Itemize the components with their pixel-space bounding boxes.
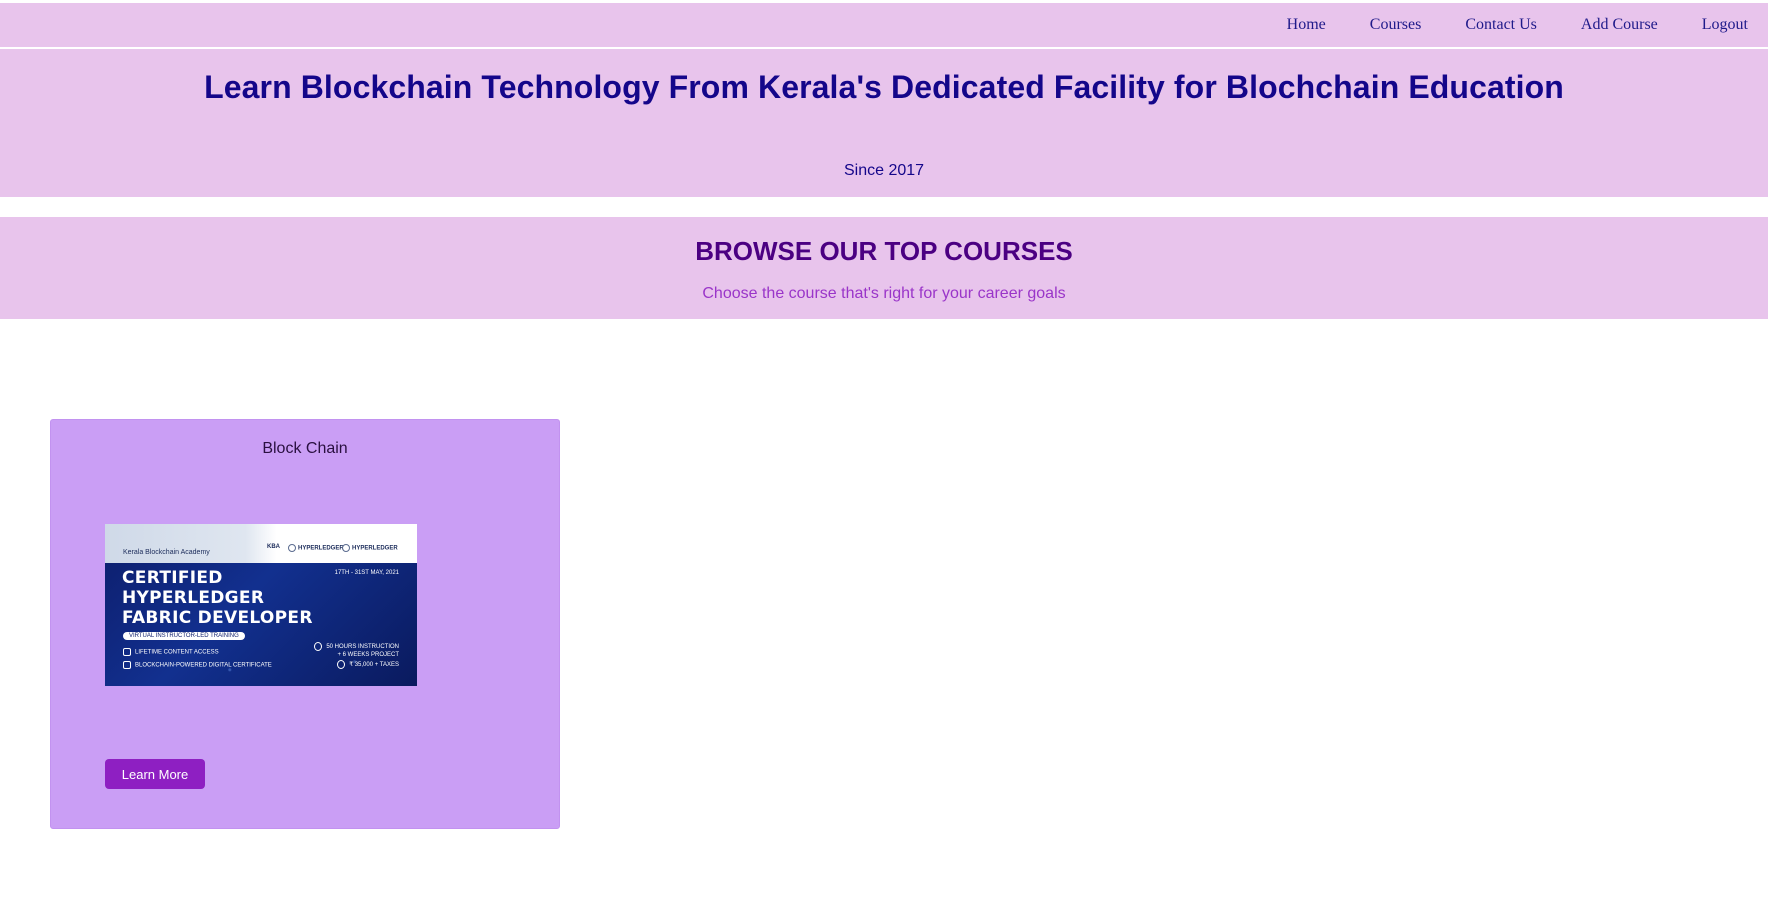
image-hyperledger-text: HYPERLEDGER [298,545,344,552]
image-feature-1-text: LIFETIME CONTENT ACCESS [135,649,219,656]
nav-home-link[interactable]: Home [1287,16,1326,34]
certificate-icon [123,661,131,669]
hero-title: Learn Blockchain Technology From Kerala'… [204,69,1564,105]
image-price-text: ₹ 35,000 + TAXES [349,662,399,669]
image-kba-logo: KBA [267,544,280,550]
image-date: 17TH - 31ST MAY, 2021 [334,570,399,576]
browse-title: BROWSE OUR TOP COURSES [695,236,1073,266]
nav-courses-link[interactable]: Courses [1370,16,1422,34]
hero-subtitle: Since 2017 [843,162,925,179]
browse-subtitle: Choose the course that's right for your … [702,285,1066,302]
course-title: Block Chain [262,440,348,457]
image-kba-logo-text: KBA [267,544,280,550]
image-duration-info: 50 HOURS INSTRUCTION + 6 WEEKS PROJECT [314,642,399,659]
gift-icon [123,648,131,656]
course-image: Kerala Blockchain Academy KBA HYPERLEDGE… [105,524,417,686]
nav-logout-link[interactable]: Logout [1702,16,1748,34]
image-feature-2-text: BLOCKCHAIN-POWERED DIGITAL CERTIFICATE [135,662,272,669]
image-training-pill: VIRTUAL INSTRUCTOR-LED TRAINING [123,632,245,640]
image-headline-line-2: HYPERLEDGER [122,588,265,608]
hyperledger-icon [288,544,296,552]
image-project-text: + 6 WEEKS PROJECT [337,652,399,659]
image-headline: CERTIFIED HYPERLEDGER FABRIC DEVELOPER [122,568,313,628]
image-duration-text: 50 HOURS INSTRUCTION [326,644,399,651]
image-hyperledger-logo: HYPERLEDGER [288,544,344,552]
image-headline-line-1: CERTIFIED [122,568,223,588]
nav-add-course-link[interactable]: Add Course [1581,16,1658,34]
image-feature-1: LIFETIME CONTENT ACCESS [123,648,219,656]
image-hyperledger-text-2: HYPERLEDGER [352,545,398,552]
price-tag-icon [337,660,346,669]
nav-links: Home Courses Contact Us Add Course Logou… [1287,3,1748,46]
image-price-info: ₹ 35,000 + TAXES [337,660,399,669]
learn-more-button[interactable]: Learn More [105,759,205,789]
hyperledger-icon [342,544,350,552]
image-headline-line-3: FABRIC DEVELOPER [122,608,313,628]
clock-icon [314,642,323,651]
course-card: Block Chain Kerala Blockchain Academy KB… [50,419,560,829]
browse-section: BROWSE OUR TOP COURSES Choose the course… [0,217,1768,319]
image-hyperledger-logo-2: HYPERLEDGER [342,544,398,552]
nav-contact-link[interactable]: Contact Us [1465,16,1537,34]
image-feature-2: BLOCKCHAIN-POWERED DIGITAL CERTIFICATE [123,661,272,669]
hero-section: Learn Blockchain Technology From Kerala'… [0,49,1768,197]
image-academy-text: Kerala Blockchain Academy [123,549,210,556]
top-navbar: Home Courses Contact Us Add Course Logou… [0,3,1768,48]
